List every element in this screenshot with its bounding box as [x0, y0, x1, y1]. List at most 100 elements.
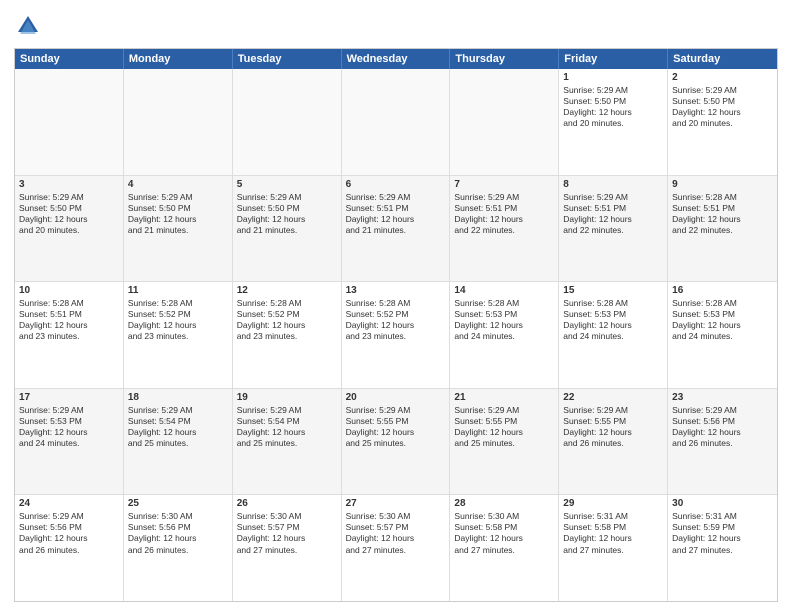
calendar-cell: 4 Sunrise: 5:29 AM Sunset: 5:50 PM Daylig…: [124, 176, 233, 282]
calendar-cell: 18 Sunrise: 5:29 AM Sunset: 5:54 PM Dayli…: [124, 389, 233, 495]
calendar-row: 24 Sunrise: 5:29 AM Sunset: 5:56 PM Dayli…: [15, 495, 777, 601]
calendar-cell: 23 Sunrise: 5:29 AM Sunset: 5:56 PM Dayli…: [668, 389, 777, 495]
day-number: 14: [454, 285, 554, 296]
day-number: 17: [19, 392, 119, 403]
calendar-cell: 9 Sunrise: 5:28 AM Sunset: 5:51 PM Daylig…: [668, 176, 777, 282]
calendar-cell: 8 Sunrise: 5:29 AM Sunset: 5:51 PM Daylig…: [559, 176, 668, 282]
calendar-cell: 11 Sunrise: 5:28 AM Sunset: 5:52 PM Dayli…: [124, 282, 233, 388]
cell-details: Sunrise: 5:29 AM Sunset: 5:55 PM Dayligh…: [563, 405, 663, 449]
calendar-cell: 3Sunrise: 5:29 AM Sunset: 5:50 PM Daylig…: [15, 176, 124, 282]
cell-details: Sunrise: 5:30 AM Sunset: 5:57 PM Dayligh…: [346, 511, 446, 555]
cell-details: Sunrise: 5:29 AM Sunset: 5:56 PM Dayligh…: [19, 511, 119, 555]
calendar-cell: 25 Sunrise: 5:30 AM Sunset: 5:56 PM Dayli…: [124, 495, 233, 601]
calendar-cell: 21Sunrise: 5:29 AM Sunset: 5:55 PM Dayli…: [450, 389, 559, 495]
cell-details: Sunrise: 5:30 AM Sunset: 5:57 PM Dayligh…: [237, 511, 337, 555]
cell-details: Sunrise: 5:29 AM Sunset: 5:54 PM Dayligh…: [128, 405, 228, 449]
weekday-header: Monday: [124, 49, 233, 69]
calendar-cell: 6 Sunrise: 5:29 AM Sunset: 5:51 PM Daylig…: [342, 176, 451, 282]
cell-details: Sunrise: 5:29 AM Sunset: 5:56 PM Dayligh…: [672, 405, 773, 449]
cell-details: Sunrise: 5:29 AM Sunset: 5:51 PM Dayligh…: [346, 192, 446, 236]
cell-details: Sunrise: 5:29 AM Sunset: 5:50 PM Dayligh…: [19, 192, 119, 236]
cell-details: Sunrise: 5:28 AM Sunset: 5:52 PM Dayligh…: [237, 298, 337, 342]
cell-details: Sunrise: 5:30 AM Sunset: 5:58 PM Dayligh…: [454, 511, 554, 555]
day-number: 27: [346, 498, 446, 509]
calendar-cell: 30 Sunrise: 5:31 AM Sunset: 5:59 PM Dayli…: [668, 495, 777, 601]
cell-details: Sunrise: 5:29 AM Sunset: 5:51 PM Dayligh…: [454, 192, 554, 236]
cell-details: Sunrise: 5:28 AM Sunset: 5:53 PM Dayligh…: [672, 298, 773, 342]
day-number: 5: [237, 179, 337, 190]
cell-details: Sunrise: 5:28 AM Sunset: 5:51 PM Dayligh…: [19, 298, 119, 342]
calendar-cell: [233, 69, 342, 175]
calendar-cell: 29 Sunrise: 5:31 AM Sunset: 5:58 PM Dayli…: [559, 495, 668, 601]
cell-details: Sunrise: 5:31 AM Sunset: 5:59 PM Dayligh…: [672, 511, 773, 555]
day-number: 30: [672, 498, 773, 509]
cell-details: Sunrise: 5:29 AM Sunset: 5:50 PM Dayligh…: [672, 85, 773, 129]
calendar-cell: [15, 69, 124, 175]
cell-details: Sunrise: 5:28 AM Sunset: 5:51 PM Dayligh…: [672, 192, 773, 236]
day-number: 22: [563, 392, 663, 403]
calendar-cell: 17Sunrise: 5:29 AM Sunset: 5:53 PM Dayli…: [15, 389, 124, 495]
calendar-row: 3Sunrise: 5:29 AM Sunset: 5:50 PM Daylig…: [15, 176, 777, 283]
calendar-cell: 10 Sunrise: 5:28 AM Sunset: 5:51 PM Dayli…: [15, 282, 124, 388]
day-number: 15: [563, 285, 663, 296]
calendar-row: 1Sunrise: 5:29 AM Sunset: 5:50 PM Daylig…: [15, 69, 777, 176]
calendar-row: 10 Sunrise: 5:28 AM Sunset: 5:51 PM Dayli…: [15, 282, 777, 389]
calendar-cell: 13 Sunrise: 5:28 AM Sunset: 5:52 PM Dayli…: [342, 282, 451, 388]
cell-details: Sunrise: 5:28 AM Sunset: 5:53 PM Dayligh…: [563, 298, 663, 342]
page-header: [14, 12, 778, 40]
weekday-header: Friday: [559, 49, 668, 69]
calendar-cell: 5 Sunrise: 5:29 AM Sunset: 5:50 PM Daylig…: [233, 176, 342, 282]
cell-details: Sunrise: 5:29 AM Sunset: 5:55 PM Dayligh…: [346, 405, 446, 449]
calendar-cell: 16Sunrise: 5:28 AM Sunset: 5:53 PM Dayli…: [668, 282, 777, 388]
page: SundayMondayTuesdayWednesdayThursdayFrid…: [0, 0, 792, 612]
day-number: 13: [346, 285, 446, 296]
weekday-header: Thursday: [450, 49, 559, 69]
day-number: 2: [672, 72, 773, 83]
calendar-cell: 12Sunrise: 5:28 AM Sunset: 5:52 PM Dayli…: [233, 282, 342, 388]
calendar-cell: 14 Sunrise: 5:28 AM Sunset: 5:53 PM Dayli…: [450, 282, 559, 388]
cell-details: Sunrise: 5:30 AM Sunset: 5:56 PM Dayligh…: [128, 511, 228, 555]
cell-details: Sunrise: 5:28 AM Sunset: 5:53 PM Dayligh…: [454, 298, 554, 342]
weekday-header: Tuesday: [233, 49, 342, 69]
day-number: 28: [454, 498, 554, 509]
day-number: 6: [346, 179, 446, 190]
cell-details: Sunrise: 5:28 AM Sunset: 5:52 PM Dayligh…: [128, 298, 228, 342]
cell-details: Sunrise: 5:29 AM Sunset: 5:55 PM Dayligh…: [454, 405, 554, 449]
cell-details: Sunrise: 5:31 AM Sunset: 5:58 PM Dayligh…: [563, 511, 663, 555]
cell-details: Sunrise: 5:28 AM Sunset: 5:52 PM Dayligh…: [346, 298, 446, 342]
cell-details: Sunrise: 5:29 AM Sunset: 5:54 PM Dayligh…: [237, 405, 337, 449]
day-number: 11: [128, 285, 228, 296]
day-number: 24: [19, 498, 119, 509]
calendar-cell: [342, 69, 451, 175]
logo-icon: [14, 12, 42, 40]
calendar-cell: 22 Sunrise: 5:29 AM Sunset: 5:55 PM Dayli…: [559, 389, 668, 495]
calendar-cell: 26 Sunrise: 5:30 AM Sunset: 5:57 PM Dayli…: [233, 495, 342, 601]
day-number: 19: [237, 392, 337, 403]
calendar: SundayMondayTuesdayWednesdayThursdayFrid…: [14, 48, 778, 602]
cell-details: Sunrise: 5:29 AM Sunset: 5:50 PM Dayligh…: [563, 85, 663, 129]
cell-details: Sunrise: 5:29 AM Sunset: 5:51 PM Dayligh…: [563, 192, 663, 236]
day-number: 26: [237, 498, 337, 509]
day-number: 18: [128, 392, 228, 403]
calendar-body: 1Sunrise: 5:29 AM Sunset: 5:50 PM Daylig…: [15, 69, 777, 601]
calendar-cell: 24 Sunrise: 5:29 AM Sunset: 5:56 PM Dayli…: [15, 495, 124, 601]
day-number: 23: [672, 392, 773, 403]
logo: [14, 12, 46, 40]
cell-details: Sunrise: 5:29 AM Sunset: 5:50 PM Dayligh…: [237, 192, 337, 236]
cell-details: Sunrise: 5:29 AM Sunset: 5:50 PM Dayligh…: [128, 192, 228, 236]
calendar-cell: 20 Sunrise: 5:29 AM Sunset: 5:55 PM Dayli…: [342, 389, 451, 495]
day-number: 10: [19, 285, 119, 296]
calendar-cell: [450, 69, 559, 175]
day-number: 20: [346, 392, 446, 403]
day-number: 8: [563, 179, 663, 190]
calendar-cell: [124, 69, 233, 175]
calendar-cell: 7Sunrise: 5:29 AM Sunset: 5:51 PM Daylig…: [450, 176, 559, 282]
calendar-cell: 1Sunrise: 5:29 AM Sunset: 5:50 PM Daylig…: [559, 69, 668, 175]
weekday-header: Sunday: [15, 49, 124, 69]
day-number: 25: [128, 498, 228, 509]
day-number: 4: [128, 179, 228, 190]
day-number: 9: [672, 179, 773, 190]
day-number: 29: [563, 498, 663, 509]
calendar-cell: 2 Sunrise: 5:29 AM Sunset: 5:50 PM Daylig…: [668, 69, 777, 175]
calendar-cell: 27 Sunrise: 5:30 AM Sunset: 5:57 PM Dayli…: [342, 495, 451, 601]
